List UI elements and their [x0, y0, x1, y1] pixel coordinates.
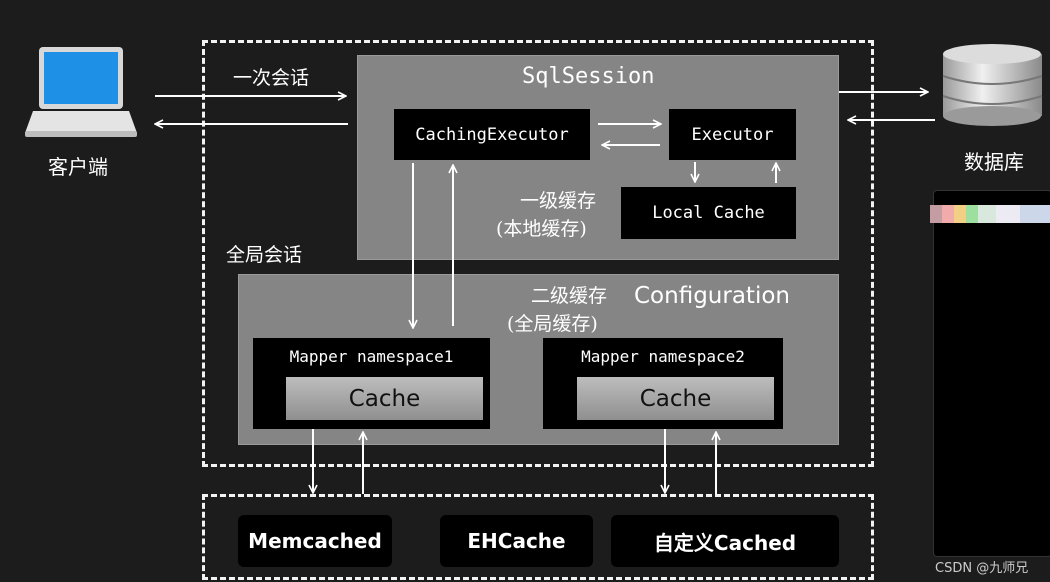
mapper-cache: Cache	[577, 377, 774, 420]
mapper-name: Mapper namespace2	[581, 347, 745, 366]
database-label: 数据库	[964, 150, 1024, 174]
side-panel	[933, 190, 1050, 557]
store-custom-cached: 自定义Cached	[611, 515, 839, 567]
watermark: CSDN @九师兄	[935, 561, 1029, 576]
first-level-cache-sublabel: (本地缓存)	[496, 218, 587, 240]
local-cache-box: Local Cache	[621, 187, 796, 239]
first-level-cache-label: 一级缓存	[520, 190, 597, 212]
session-label: 一次会话	[233, 67, 310, 89]
configuration-title: Configuration	[634, 283, 790, 309]
mapper-name: Mapper namespace1	[289, 347, 454, 366]
second-level-cache-sublabel: (全局缓存)	[507, 313, 598, 335]
client-label: 客户端	[48, 155, 108, 179]
store-memcached: Memcached	[238, 515, 392, 567]
laptop-icon	[25, 45, 137, 140]
sqlsession-title: SqlSession	[522, 64, 655, 89]
executor-box: Executor	[669, 109, 796, 160]
caching-executor-box: CachingExecutor	[394, 109, 590, 160]
mapper-namespace1-box: Mapper namespace1 Cache	[253, 338, 490, 429]
mapper-cache: Cache	[286, 377, 483, 420]
mapper-namespace2-box: Mapper namespace2 Cache	[543, 338, 783, 429]
blurred-strip	[930, 205, 1050, 223]
global-session-label: 全局会话	[226, 244, 303, 266]
store-ehcache: EHCache	[440, 515, 593, 567]
database-icon	[940, 42, 1045, 127]
second-level-cache-label: 二级缓存	[531, 285, 608, 307]
